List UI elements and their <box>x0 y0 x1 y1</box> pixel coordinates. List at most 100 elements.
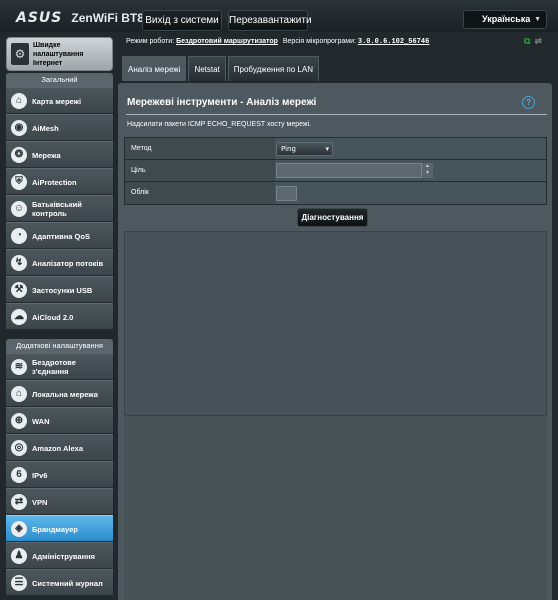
sidebar-item-label: Батьківський контроль <box>32 200 82 218</box>
sidebar-item-network[interactable]: ❂ Мережа <box>6 141 113 168</box>
aicloud-icon: ☁ <box>11 309 27 325</box>
sidebar-item-alexa[interactable]: ◎ Amazon Alexa <box>6 434 113 461</box>
network-status-icon[interactable]: ⧉ <box>524 36 530 47</box>
status-line: Режим роботи: Бездротовий маршрутизатор … <box>126 38 429 46</box>
sidebar-item-label: AiProtection <box>32 177 77 187</box>
sidebar-item-parental-control[interactable]: ☺ Батьківський контроль <box>6 195 113 222</box>
wireless-icon: ≋ <box>11 359 27 375</box>
help-icon[interactable]: ? <box>522 96 535 109</box>
tab-wake-on-lan[interactable]: Пробудження по LAN <box>227 56 319 81</box>
sidebar-item-label: Бездротове з'єднання <box>32 358 76 376</box>
router-model: ZenWiFi BT8 <box>71 11 144 25</box>
sidebar-item-network-map[interactable]: ⌂ Карта мережі <box>6 87 113 114</box>
sidebar-item-wan[interactable]: ⊕ WAN <box>6 407 113 434</box>
title-divider <box>126 114 547 115</box>
quick-setup-label: Швидке налаштування Інтернет <box>33 42 84 67</box>
parental-control-icon: ☺ <box>11 201 27 217</box>
chevron-down-icon: ▼ <box>534 16 541 23</box>
sidebar-item-usb-apps[interactable]: ⚒ Застосунки USB <box>6 276 113 303</box>
general-menu: ⌂ Карта мережі ◉ AiMesh ❂ Мережа ⛨ AiProtect… <box>6 87 113 330</box>
method-select-value: Ping <box>281 145 296 153</box>
ipv6-icon: 6 <box>11 467 27 483</box>
sidebar-item-label: Мережа <box>32 150 61 160</box>
sidebar-item-label: Брандмауер <box>32 524 78 534</box>
alexa-icon: ◎ <box>11 440 27 456</box>
sidebar-item-aimesh[interactable]: ◉ AiMesh <box>6 114 113 141</box>
sidebar-item-vpn[interactable]: ⇄ VPN <box>6 488 113 515</box>
sidebar-item-lan[interactable]: ⌂ Локальна мережа <box>6 380 113 407</box>
quick-setup-button[interactable]: ⚙ Швидке налаштування Інтернет <box>6 37 113 71</box>
sidebar-item-ipv6[interactable]: 6 IPv6 <box>6 461 113 488</box>
operation-mode-link[interactable]: Бездротовий маршрутизатор <box>176 38 278 45</box>
target-input[interactable] <box>276 163 433 178</box>
page-title: Мережеві інструменти - Аналіз мережі <box>127 97 317 108</box>
sidebar: ⚙ Швидке налаштування Інтернет Загальний… <box>6 37 113 596</box>
main-panel: Мережеві інструменти - Аналіз мережі ? Н… <box>118 83 552 600</box>
language-value: Українська <box>482 14 531 24</box>
diagnostic-form: Метод Ping ▾ Ціль ▲ ▼ Облік <box>124 137 547 205</box>
sidebar-item-label: VPN <box>32 497 48 507</box>
tab-network-analysis[interactable]: Аналіз мережі <box>122 56 187 81</box>
sidebar-item-qos[interactable]: ◔ Адаптивна QoS <box>6 222 113 249</box>
network-icon: ❂ <box>11 147 27 163</box>
diagnose-button[interactable]: Діагностування <box>297 208 368 227</box>
system-log-icon: ☰ <box>11 575 27 591</box>
firewall-icon: ◈ <box>11 521 27 537</box>
tab-netstat[interactable]: Netstat <box>188 56 226 81</box>
general-header: Загальний <box>6 73 113 87</box>
aiprotection-icon: ⛨ <box>11 174 27 190</box>
usb-apps-icon: ⚒ <box>11 282 27 298</box>
chevron-down-icon: ▼ <box>425 170 430 176</box>
count-value-cell <box>275 182 546 204</box>
sidebar-item-label: Застосунки USB <box>32 285 93 295</box>
sidebar-item-label: AiMesh <box>32 123 59 133</box>
sidebar-item-traffic-analyzer[interactable]: ↯ Аналізатор потоків <box>6 249 113 276</box>
qos-icon: ◔ <box>11 228 27 244</box>
firmware-version-link[interactable]: 3.0.0.6.102_56746 <box>358 38 429 46</box>
wan-icon: ⊕ <box>11 413 27 429</box>
chevron-up-icon: ▲ <box>425 163 430 169</box>
logout-button[interactable]: Вихід з системи <box>142 10 222 31</box>
sidebar-item-label: Карта мережі <box>32 96 82 106</box>
method-select[interactable]: Ping ▾ <box>276 142 333 156</box>
sidebar-item-wireless[interactable]: ≋ Бездротове з'єднання <box>6 353 113 380</box>
count-input[interactable] <box>276 186 297 201</box>
count-label: Облік <box>125 182 275 204</box>
usb-status-icon[interactable]: ⇌ <box>534 36 542 47</box>
sidebar-item-label: Адміністрування <box>32 551 96 561</box>
sidebar-item-label: Amazon Alexa <box>32 443 83 453</box>
sidebar-item-label: Локальна мережа <box>32 389 98 399</box>
sidebar-item-system-log[interactable]: ☰ Системний журнал <box>6 569 113 596</box>
vpn-icon: ⇄ <box>11 494 27 510</box>
quick-setup-icon: ⚙ <box>11 43 29 65</box>
result-output[interactable] <box>124 231 547 416</box>
aimesh-icon: ◉ <box>11 120 27 136</box>
sidebar-item-label: IPv6 <box>32 470 48 480</box>
sidebar-item-administration[interactable]: ♟ Адміністрування <box>6 542 113 569</box>
sidebar-item-firewall[interactable]: ◈ Брандмауер <box>6 515 113 542</box>
top-bar: ASUS ZenWiFi BT8 Вихід з системи Перезав… <box>0 0 558 32</box>
target-value-cell: ▲ ▼ <box>275 160 546 181</box>
administration-icon: ♟ <box>11 548 27 564</box>
sidebar-item-aicloud[interactable]: ☁ AiCloud 2.0 <box>6 303 113 330</box>
brand: ASUS ZenWiFi BT8 <box>16 10 144 26</box>
sidebar-item-label: Системний журнал <box>32 578 103 588</box>
network-map-icon: ⌂ <box>11 93 27 109</box>
lan-icon: ⌂ <box>11 386 27 402</box>
sidebar-item-label: WAN <box>32 416 50 426</box>
sidebar-item-label: Адаптивна QoS <box>32 231 90 241</box>
sidebar-item-aiprotection[interactable]: ⛨ AiProtection <box>6 168 113 195</box>
sidebar-item-label: AiCloud 2.0 <box>32 312 74 322</box>
target-row: Ціль ▲ ▼ <box>125 160 546 182</box>
firmware-label: Версія мікропрограми: <box>282 38 356 45</box>
advanced-menu: ≋ Бездротове з'єднання ⌂ Локальна мережа ⊕… <box>6 353 113 596</box>
count-row: Облік <box>125 182 546 204</box>
target-label: Ціль <box>125 160 275 181</box>
reboot-button[interactable]: Перезавантажити <box>228 10 312 31</box>
chevron-down-icon: ▾ <box>325 145 329 153</box>
language-select[interactable]: Українська ▼ <box>463 10 547 29</box>
asus-logo: ASUS <box>16 10 63 26</box>
mode-label: Режим роботи: <box>126 38 175 45</box>
traffic-analyzer-icon: ↯ <box>11 255 27 271</box>
target-dropdown-toggle[interactable]: ▲ ▼ <box>421 163 433 178</box>
